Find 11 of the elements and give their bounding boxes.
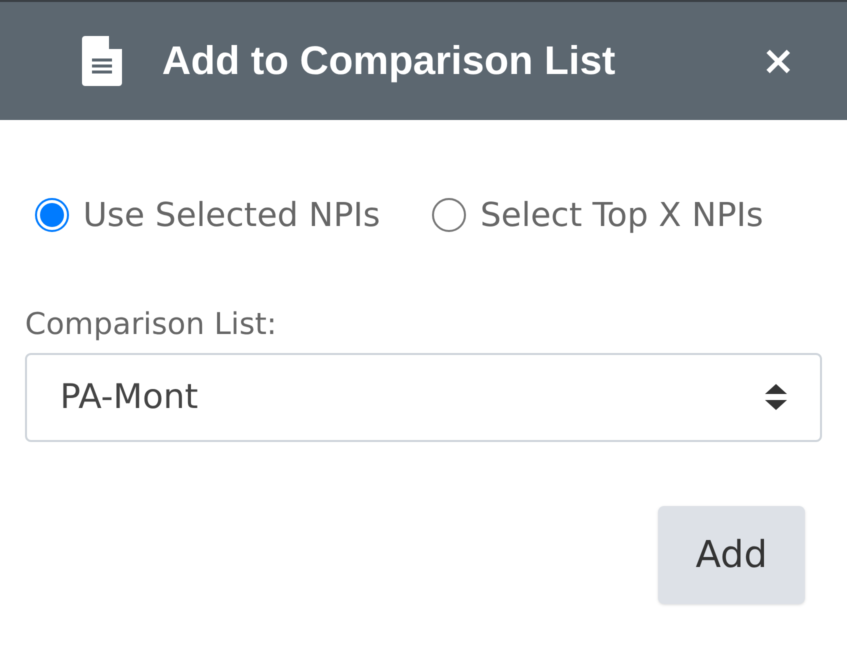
sort-arrows-icon [765,384,787,410]
radio-label: Select Top X NPIs [480,194,764,236]
radio-button[interactable] [35,198,69,232]
add-button[interactable]: Add [658,506,805,604]
dialog-title: Add to Comparison List [162,38,616,85]
radio-button[interactable] [432,198,466,232]
radio-label: Use Selected NPIs [83,194,380,236]
document-icon [82,36,122,86]
field-label: Comparison List: [25,306,278,344]
comparison-list-select[interactable]: PA-Mont [25,352,822,442]
close-button[interactable]: × [761,41,795,81]
